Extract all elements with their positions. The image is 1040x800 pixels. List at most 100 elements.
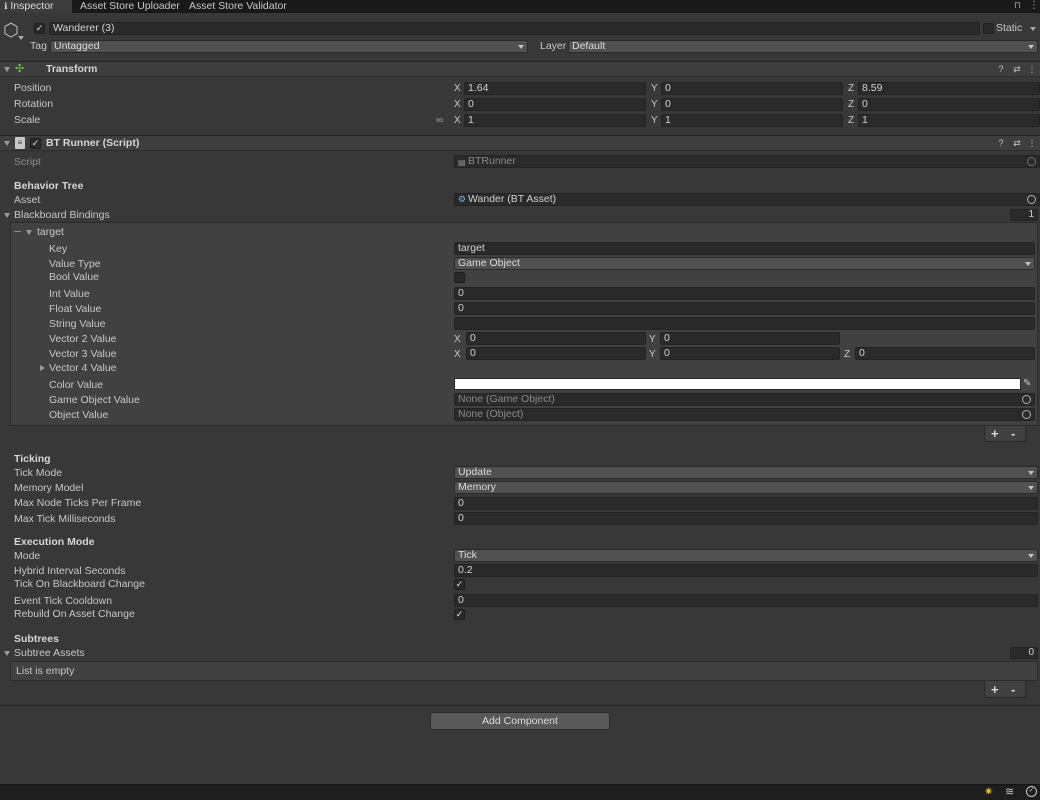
subtree-count-field[interactable]: 0 [1010,647,1038,659]
object-value-field[interactable]: None (Object) [454,408,1035,421]
lock-icon[interactable]: ⊓ [1014,0,1021,11]
add-component-button[interactable]: Add Component [430,712,610,730]
tab-inspector[interactable]: ℹ Inspector [0,0,72,13]
tag-dropdown[interactable]: Untagged [50,40,528,53]
axis-z-label[interactable]: Z [848,82,854,95]
vector3-z-input[interactable]: 0 [855,347,1035,360]
link-icon[interactable]: ∞ [436,114,443,127]
position-z-input[interactable]: 8.59 [858,82,1040,95]
key-input[interactable]: target [454,242,1035,255]
vector3-y-input[interactable]: 0 [660,347,840,360]
tab-asset-store-validator[interactable]: Asset Store Validator [185,0,291,13]
bt-runner-enabled-checkbox[interactable]: ✓ [30,138,41,149]
string-value-input[interactable] [454,317,1035,330]
kebab-menu-icon[interactable]: ⋮ [1027,138,1037,148]
kebab-menu-icon[interactable]: ⋮ [1029,0,1039,11]
asset-field[interactable]: ⚙ Wander (BT Asset) [454,193,1040,206]
gameobject-name-input[interactable]: Wanderer (3) [49,22,980,35]
axis-x-label[interactable]: X [454,333,461,346]
axis-x-label[interactable]: X [454,98,461,111]
position-label: Position [14,82,52,94]
help-icon[interactable]: ? [996,138,1006,148]
transform-icon: ✣ [15,63,25,75]
tab-asset-store-uploader[interactable]: Asset Store Uploader [76,0,184,13]
static-dropdown-arrow[interactable] [1030,27,1036,31]
vector3-x-input[interactable]: 0 [466,347,646,360]
axis-x-label[interactable]: X [454,348,461,361]
lighting-icon[interactable]: ✷ [984,786,993,798]
help-icon[interactable]: ? [996,64,1006,74]
layers-icon[interactable]: ≋ [1005,786,1014,798]
element-target-label[interactable]: target [37,226,64,239]
scale-x-input[interactable]: 1 [464,114,646,127]
tick-on-blackboard-checkbox[interactable]: ✓ [454,579,465,590]
drag-handle-icon[interactable] [14,231,21,232]
axis-z-label[interactable]: Z [844,348,850,361]
max-node-ticks-input[interactable]: 0 [454,497,1038,510]
max-tick-ms-input[interactable]: 0 [454,512,1038,525]
rotation-z-input[interactable]: 0 [858,98,1040,111]
vector2-x-input[interactable]: 0 [466,332,646,345]
axis-y-label[interactable]: Y [649,348,656,361]
vector4-foldout-arrow[interactable] [40,365,45,371]
rotation-label: Rotation [14,98,54,110]
position-y-input[interactable]: 0 [661,82,843,95]
mode-dropdown[interactable]: Tick [454,549,1038,562]
preset-icon[interactable]: ⇄ [1012,138,1022,148]
blackboard-remove-button[interactable]: - [1011,427,1015,441]
subtree-remove-button[interactable]: - [1011,683,1015,697]
rotation-x-input[interactable]: 0 [464,98,646,111]
bt-runner-header[interactable] [0,135,1040,151]
rotation-y-input[interactable]: 0 [661,98,843,111]
tick-mode-dropdown[interactable]: Update [454,466,1038,479]
active-checkbox[interactable]: ✓ [34,23,45,34]
subtree-assets-foldout-arrow[interactable] [4,651,10,656]
transform-foldout-arrow[interactable] [4,67,10,72]
kebab-menu-icon[interactable]: ⋮ [1027,64,1037,74]
axis-z-label[interactable]: Z [848,98,854,111]
gameobject-value-field[interactable]: None (Game Object) [454,393,1035,406]
subtree-assets-label[interactable]: Subtree Assets [14,647,85,660]
layer-dropdown[interactable]: Default [568,40,1038,53]
position-x-input[interactable]: 1.64 [464,82,646,95]
blackboard-bindings-label[interactable]: Blackboard Bindings [14,209,110,222]
color-swatch[interactable] [454,378,1021,390]
icon-dropdown-arrow[interactable] [18,36,24,40]
object-picker-icon[interactable] [1022,410,1031,419]
hybrid-interval-input[interactable]: 0.2 [454,564,1038,577]
int-value-input[interactable]: 0 [454,287,1035,300]
axis-y-label[interactable]: Y [651,82,658,95]
preset-icon[interactable]: ⇄ [1012,64,1022,74]
object-picker-icon[interactable] [1022,395,1031,404]
subtree-add-button[interactable]: + [991,683,999,697]
blackboard-foldout-arrow[interactable] [4,213,10,218]
axis-y-label[interactable]: Y [651,98,658,111]
memory-model-dropdown[interactable]: Memory [454,481,1038,494]
eyedropper-icon[interactable]: ✎ [1023,377,1031,390]
scale-z-input[interactable]: 1 [858,114,1040,127]
transform-header[interactable] [0,61,1040,77]
float-value-input[interactable]: 0 [454,302,1035,315]
rebuild-on-asset-change-checkbox[interactable]: ✓ [454,609,465,620]
static-checkbox[interactable] [983,23,994,34]
axis-z-label[interactable]: Z [848,114,854,127]
check-circle-icon[interactable]: ✓ [1026,786,1037,797]
blackboard-add-button[interactable]: + [991,427,999,441]
chevron-down-icon [1025,262,1031,266]
axis-x-label[interactable]: X [454,82,461,95]
value-type-dropdown[interactable]: Game Object [454,257,1035,270]
blackboard-count-field[interactable]: 1 [1010,209,1038,221]
bt-runner-foldout-arrow[interactable] [4,141,10,146]
event-tick-cooldown-input[interactable]: 0 [454,594,1038,607]
vector2-y-input[interactable]: 0 [660,332,840,345]
axis-x-label[interactable]: X [454,114,461,127]
scale-label: Scale [14,114,41,126]
object-picker-icon[interactable] [1027,195,1036,204]
axis-y-label[interactable]: Y [651,114,658,127]
ticking-header: Ticking [14,453,51,465]
bool-value-checkbox[interactable] [454,272,465,283]
target-element-foldout-arrow[interactable] [26,230,32,235]
scale-y-input[interactable]: 1 [661,114,843,127]
vector4-value-label[interactable]: Vector 4 Value [49,362,117,375]
axis-y-label[interactable]: Y [649,333,656,346]
